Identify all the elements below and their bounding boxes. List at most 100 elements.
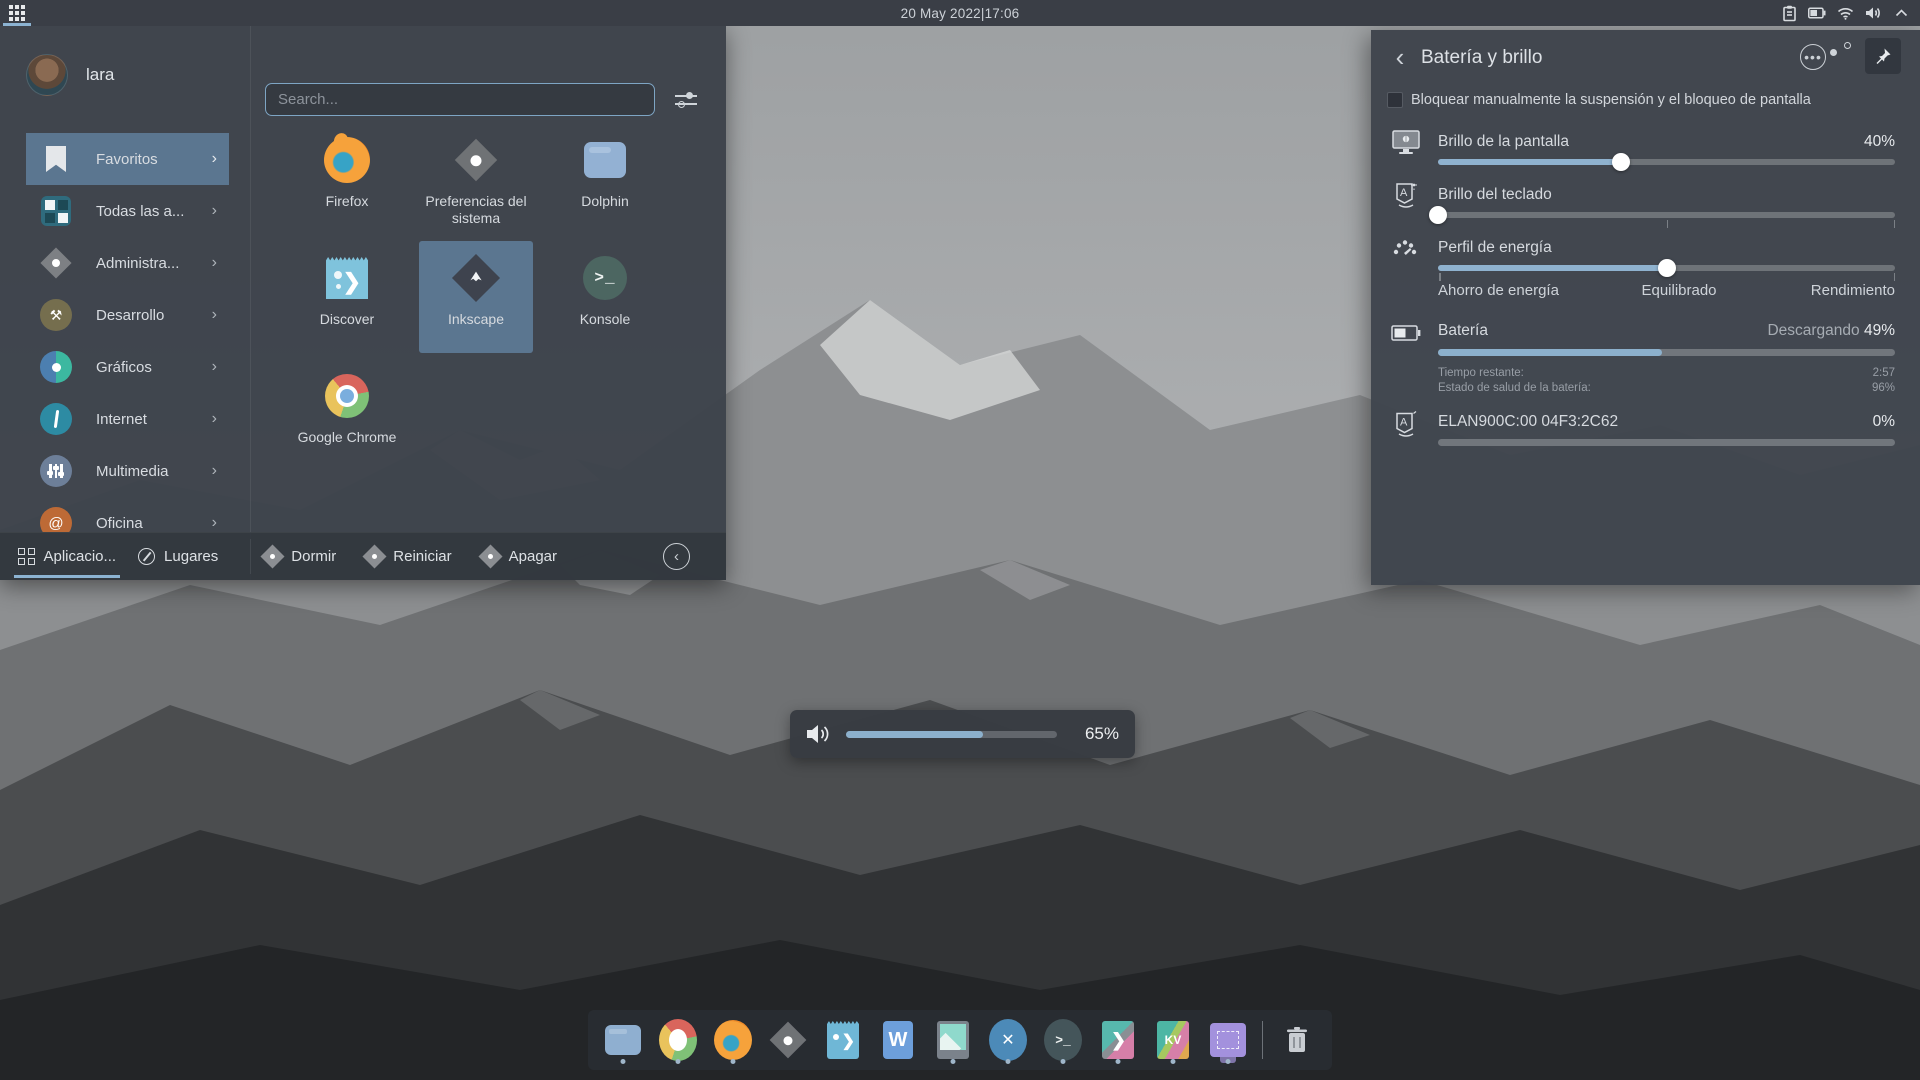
bookmark-icon [40, 143, 72, 175]
launcher-sidebar: Favoritos › Todas las a... › Administra.… [0, 133, 250, 532]
dock-gwenview[interactable] [932, 1015, 974, 1065]
dock-system-settings[interactable] [767, 1015, 809, 1065]
keyboard-brightness-slider[interactable] [1438, 206, 1895, 224]
chromium-icon [659, 1019, 697, 1061]
dock-kv-suite[interactable]: KV [1152, 1015, 1194, 1065]
shutdown-button[interactable]: Apagar [482, 548, 557, 565]
peripheral-progress-bar [1438, 439, 1895, 446]
app-firefox[interactable]: Firefox [290, 123, 404, 235]
tab-lugares[interactable]: Lugares [134, 533, 222, 581]
gwenview-icon [937, 1021, 969, 1059]
word-processor-icon: W [883, 1021, 913, 1059]
volume-slider[interactable] [846, 731, 1057, 738]
app-inkscape[interactable]: Inkscape [419, 241, 533, 353]
sleep-button[interactable]: Dormir [264, 548, 336, 565]
volume-osd: 65% [790, 710, 1135, 758]
dock-spectacle[interactable] [1207, 1015, 1249, 1065]
battery-status-icon [1387, 314, 1425, 352]
lock-suspend-row: Bloquear manualmente la suspensión y el … [1387, 92, 1811, 108]
chevron-right-icon: › [212, 150, 217, 168]
dock-dolphin[interactable] [602, 1015, 644, 1065]
discover-icon [827, 1021, 859, 1059]
launcher-active-indicator [3, 23, 31, 26]
launcher-divider [250, 26, 251, 580]
sidebar-item-internet[interactable]: Internet › [26, 393, 229, 445]
running-indicator [1006, 1059, 1011, 1064]
multimedia-icon [40, 455, 72, 487]
dock-konsole[interactable]: >_ [1042, 1015, 1084, 1065]
power-profile-label: Perfil de energía [1438, 239, 1552, 257]
volume-icon[interactable] [1864, 4, 1882, 22]
clock[interactable]: 20 May 2022|17:06 [0, 6, 1920, 21]
wifi-icon[interactable] [1836, 4, 1854, 22]
running-indicator [676, 1059, 681, 1064]
vscode-icon: ✕ [989, 1019, 1027, 1061]
dolphin-icon [581, 136, 629, 184]
development-icon: ⚒ [40, 299, 72, 331]
system-settings-icon [452, 136, 500, 184]
panel-title: Batería y brillo [1421, 47, 1542, 69]
slider-handle[interactable] [1658, 259, 1676, 277]
dock-chromium[interactable] [657, 1015, 699, 1065]
pin-icon [1874, 47, 1892, 65]
dock-vscode[interactable]: ✕ [987, 1015, 1029, 1065]
app-discover[interactable]: ❯ Discover [290, 241, 404, 353]
volume-value: 65% [1075, 724, 1119, 744]
running-indicator [1116, 1059, 1121, 1064]
battery-progress-bar [1438, 349, 1895, 356]
system-settings-icon [770, 1022, 807, 1059]
running-indicator [621, 1059, 626, 1064]
keyboard-brightness-icon: A [1387, 176, 1425, 214]
chevron-right-icon: › [212, 358, 217, 376]
dock-word-processor[interactable]: W [877, 1015, 919, 1065]
slider-handle[interactable] [1612, 153, 1630, 171]
footer-divider [250, 539, 251, 574]
trash-icon [1285, 1026, 1309, 1054]
sidebar-item-desarrollo[interactable]: ⚒ Desarrollo › [26, 289, 229, 341]
back-chevron-button[interactable]: ‹ [1387, 46, 1413, 72]
power-profile-slider[interactable] [1438, 259, 1895, 277]
clipboard-icon[interactable] [1780, 4, 1798, 22]
user-row: lara [26, 54, 114, 96]
search-filter-icon[interactable] [672, 86, 700, 114]
tab-aplicaciones[interactable]: Aplicacio... [14, 533, 120, 581]
pin-button[interactable] [1865, 38, 1901, 74]
desktop: 20 May 2022|17:06 lara [0, 0, 1920, 1080]
collapse-chevron-button[interactable]: ‹ [663, 543, 690, 570]
profile-option-rendimiento[interactable]: Rendimiento [1811, 282, 1895, 299]
peripheral-battery-icon: A [1387, 405, 1425, 443]
sidebar-item-favoritos[interactable]: Favoritos › [26, 133, 229, 185]
battery-value: Descargando 49% [1767, 322, 1895, 340]
battery-icon[interactable] [1808, 4, 1826, 22]
dock-firefox[interactable] [712, 1015, 754, 1065]
user-avatar[interactable] [26, 54, 68, 96]
dock-discover[interactable] [822, 1015, 864, 1065]
sidebar-item-multimedia[interactable]: Multimedia › [26, 445, 229, 497]
sidebar-item-todas-las-aplicaciones[interactable]: Todas las a... › [26, 185, 229, 237]
dock-trash[interactable] [1276, 1015, 1318, 1065]
chevron-right-icon: › [212, 514, 217, 532]
lock-suspend-checkbox[interactable] [1387, 92, 1403, 108]
keyboard-brightness-label: Brillo del teclado [1438, 186, 1552, 204]
slider-handle[interactable] [1429, 206, 1447, 224]
app-preferencias-del-sistema[interactable]: Preferencias del sistema [419, 123, 533, 235]
screen-brightness-icon [1387, 123, 1425, 161]
chevron-right-icon: › [212, 254, 217, 272]
top-panel: 20 May 2022|17:06 [0, 0, 1920, 26]
dock-kdenlive[interactable] [1097, 1015, 1139, 1065]
firefox-icon [714, 1020, 752, 1060]
more-options-button[interactable]: ••• [1800, 44, 1826, 70]
running-indicator [951, 1059, 956, 1064]
app-konsole[interactable]: >_ Konsole [548, 241, 662, 353]
app-dolphin[interactable]: Dolphin [548, 123, 662, 235]
restart-button[interactable]: Reiniciar [366, 548, 451, 565]
konsole-icon: >_ [581, 254, 629, 302]
screen-brightness-slider[interactable] [1438, 153, 1895, 171]
chevron-up-icon[interactable] [1892, 4, 1910, 22]
sidebar-item-oficina[interactable]: @ Oficina › [26, 497, 229, 532]
search-input[interactable] [265, 83, 655, 116]
sidebar-item-administracion[interactable]: Administra... › [26, 237, 229, 289]
sidebar-item-graficos[interactable]: Gráficos › [26, 341, 229, 393]
speaker-icon [806, 723, 832, 745]
app-google-chrome[interactable]: Google Chrome [290, 359, 404, 471]
